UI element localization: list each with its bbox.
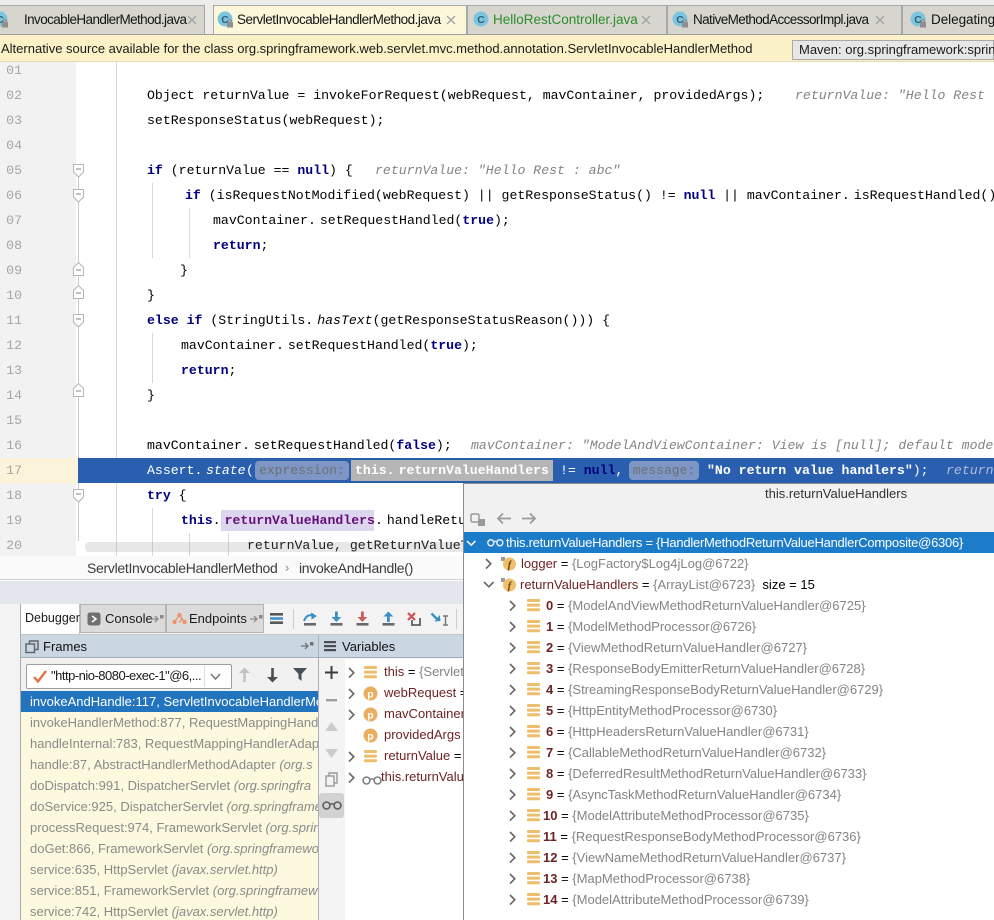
svg-text:p: p xyxy=(367,689,373,701)
svg-text:p: p xyxy=(367,731,373,743)
svg-text:C: C xyxy=(477,14,485,26)
svg-text:p: p xyxy=(367,710,373,722)
